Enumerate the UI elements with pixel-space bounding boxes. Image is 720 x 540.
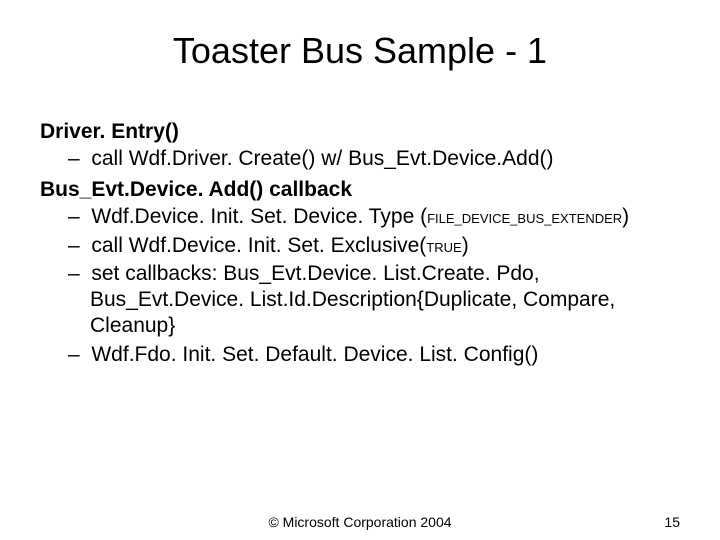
section-head-driverentry: Driver. Entry() <box>40 120 680 144</box>
small-text: FILE_DEVICE_BUS_EXTENDER <box>427 211 622 226</box>
bullet-item: set callbacks: Bus_Evt.Device. List.Crea… <box>68 261 680 340</box>
slide: Toaster Bus Sample - 1 Driver. Entry() c… <box>0 0 720 540</box>
text: Wdf.Device. Init. Set. Device. Type ( <box>91 205 427 228</box>
bullet-item: call Wdf.Device. Init. Set. Exclusive(TR… <box>68 233 680 259</box>
text: call Wdf.Device. Init. Set. Exclusive( <box>91 234 426 257</box>
bullet-item: Wdf.Fdo. Init. Set. Default. Device. Lis… <box>68 342 680 368</box>
small-text: TRUE <box>426 240 461 255</box>
slide-title: Toaster Bus Sample - 1 <box>40 30 680 72</box>
text: ) <box>462 234 469 257</box>
text: ) <box>622 205 629 228</box>
bullet-item: call Wdf.Driver. Create() w/ Bus_Evt.Dev… <box>68 146 680 172</box>
page-number: 15 <box>664 514 680 530</box>
body: Driver. Entry() call Wdf.Driver. Create(… <box>40 120 680 368</box>
section-head-callback: Bus_Evt.Device. Add() callback <box>40 178 680 202</box>
bullet-item: Wdf.Device. Init. Set. Device. Type (FIL… <box>68 204 680 230</box>
copyright: © Microsoft Corporation 2004 <box>0 514 720 530</box>
